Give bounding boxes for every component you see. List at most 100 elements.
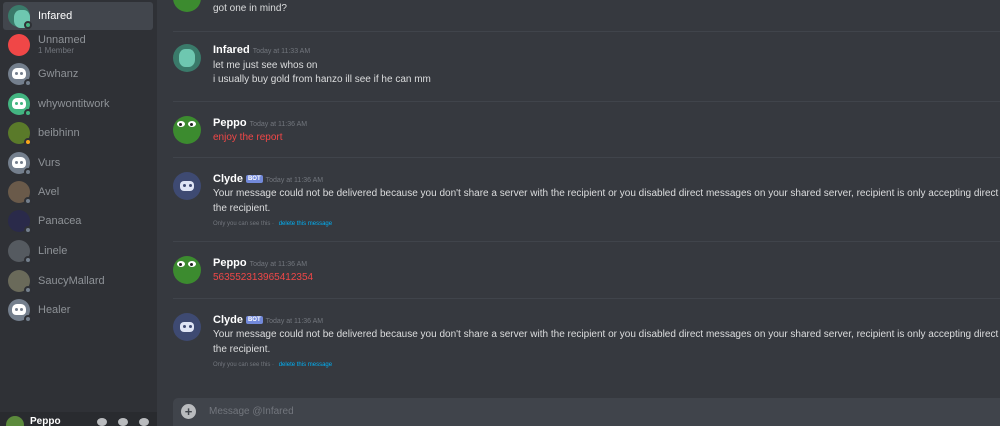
message: Peppo Today at 11:36 AM 56355231396541235… (157, 254, 1000, 294)
message: Infared Today at 11:33 AM let me just see… (157, 42, 1000, 102)
bot-badge: BOT (245, 316, 263, 324)
message-divider (173, 157, 1000, 158)
dm-item-avel[interactable]: Avel (3, 178, 153, 206)
discord-logo-icon (12, 68, 26, 79)
message-author: Peppo Today at 11:36 AM (213, 117, 307, 129)
message-timestamp: Today at 11:36 AM (249, 121, 308, 128)
avatar (8, 63, 32, 87)
dm-item-healer[interactable]: Healer (3, 296, 153, 324)
message-input-bar: + Message @Infared (173, 398, 1000, 426)
dm-name: Healer (38, 304, 71, 316)
mute-icon[interactable] (97, 418, 107, 426)
message-author: Clyde BOT Today at 11:36 AM (213, 173, 323, 185)
author-name[interactable]: Infared (213, 44, 250, 56)
offline-status-icon (24, 226, 32, 234)
delete-message-link[interactable]: delete this message (279, 362, 332, 368)
message-timestamp: Today at 11:36 AM (249, 261, 308, 268)
dm-item-whywontitwork[interactable]: whywontitwork (3, 90, 153, 118)
plus-icon[interactable]: + (181, 404, 196, 419)
offline-status-icon (24, 79, 32, 87)
user-avatar[interactable] (6, 416, 24, 426)
member-count: 1 Member (38, 45, 75, 55)
dm-name: Gwhanz (38, 68, 79, 80)
dm-item-linele[interactable]: Linele (3, 237, 153, 265)
dm-item-unnamed-group[interactable]: Unnamed 1 Member (3, 31, 153, 59)
avatar (8, 93, 32, 117)
avatar (8, 299, 32, 323)
dm-name: Panacea (38, 215, 82, 227)
avatar (173, 0, 201, 12)
only-you-text: Only you can see this (213, 362, 271, 368)
avatar[interactable] (173, 256, 201, 284)
online-status-icon (24, 109, 32, 117)
dm-name: Unnamed (38, 34, 86, 47)
message-divider (173, 298, 1000, 299)
message-text: Your message could not be delivered beca… (213, 188, 999, 199)
delete-message-link[interactable]: delete this message (279, 221, 332, 227)
offline-status-icon (24, 168, 32, 176)
message-text: the recipient. (213, 203, 271, 214)
gear-icon[interactable] (139, 418, 149, 426)
message-text: got one in mind? (213, 3, 287, 14)
message-divider (173, 101, 1000, 102)
message: got one in mind? (157, 0, 1000, 24)
avatar (8, 210, 32, 234)
offline-status-icon (24, 256, 32, 264)
message-text: let me just see whos on (213, 60, 318, 71)
user-panel: Peppo (0, 412, 157, 426)
message-text: enjoy the report (213, 132, 283, 143)
dm-name: SaucyMallard (38, 275, 105, 287)
message-timestamp: Today at 11:36 AM (265, 177, 324, 184)
online-status-icon (24, 21, 32, 29)
avatar (8, 5, 32, 29)
idle-status-icon (24, 138, 32, 146)
ephemeral-note: Only you can see this · delete this mess… (213, 362, 333, 368)
message-author: Peppo Today at 11:36 AM (213, 257, 307, 269)
chat-panel: got one in mind? Infared Today at 11:33 A… (157, 0, 1000, 426)
avatar[interactable] (173, 116, 201, 144)
dm-name: Avel (38, 186, 60, 198)
dm-name: Vurs (38, 157, 61, 169)
message-divider (173, 31, 1000, 32)
discord-logo-icon (12, 304, 26, 315)
avatar (8, 181, 32, 205)
author-name[interactable]: Clyde (213, 173, 243, 185)
dm-item-saucymallard[interactable]: SaucyMallard (3, 267, 153, 295)
message-text: the recipient. (213, 344, 271, 355)
dm-name: beibhinn (38, 127, 80, 139)
avatar[interactable] (173, 44, 201, 72)
message: Peppo Today at 11:36 AM enjoy the report (157, 114, 1000, 154)
message: Clyde BOT Today at 11:36 AM Your message c… (157, 311, 1000, 381)
dm-name: Infared (38, 10, 73, 22)
author-name[interactable]: Peppo (213, 257, 247, 269)
offline-status-icon (24, 197, 32, 205)
dm-item-gwhanz[interactable]: Gwhanz (3, 60, 153, 88)
clyde-avatar[interactable] (173, 172, 201, 200)
message-text: 563552313965412354 (213, 272, 314, 283)
dm-item-vurs[interactable]: Vurs (3, 149, 153, 177)
group-dm-icon (8, 34, 30, 56)
message-input[interactable]: Message @Infared (209, 406, 294, 417)
dm-item-beibhinn[interactable]: beibhinn (3, 119, 153, 147)
avatar (8, 122, 32, 146)
dm-name: whywontitwork (38, 98, 110, 110)
author-name[interactable]: Peppo (213, 117, 247, 129)
message-text: Your message could not be delivered beca… (213, 329, 999, 340)
user-name: Peppo (30, 416, 61, 426)
message-timestamp: Today at 11:33 AM (252, 48, 311, 55)
avatar (8, 240, 32, 264)
dm-item-panacea[interactable]: Panacea (3, 207, 153, 235)
discord-logo-icon (12, 98, 26, 109)
dm-item-infared[interactable]: Infared (3, 2, 153, 30)
avatar (8, 270, 32, 294)
headphones-icon[interactable] (118, 418, 128, 426)
avatar (8, 152, 32, 176)
clyde-avatar[interactable] (173, 313, 201, 341)
dm-sidebar: Infared Unnamed 1 Member Gwhanz whywonti… (0, 0, 157, 426)
dm-name: Linele (38, 245, 68, 257)
ephemeral-note: Only you can see this · delete this mess… (213, 221, 333, 227)
offline-status-icon (24, 315, 32, 323)
message-divider (173, 241, 1000, 242)
author-name[interactable]: Clyde (213, 314, 243, 326)
only-you-text: Only you can see this (213, 221, 271, 227)
